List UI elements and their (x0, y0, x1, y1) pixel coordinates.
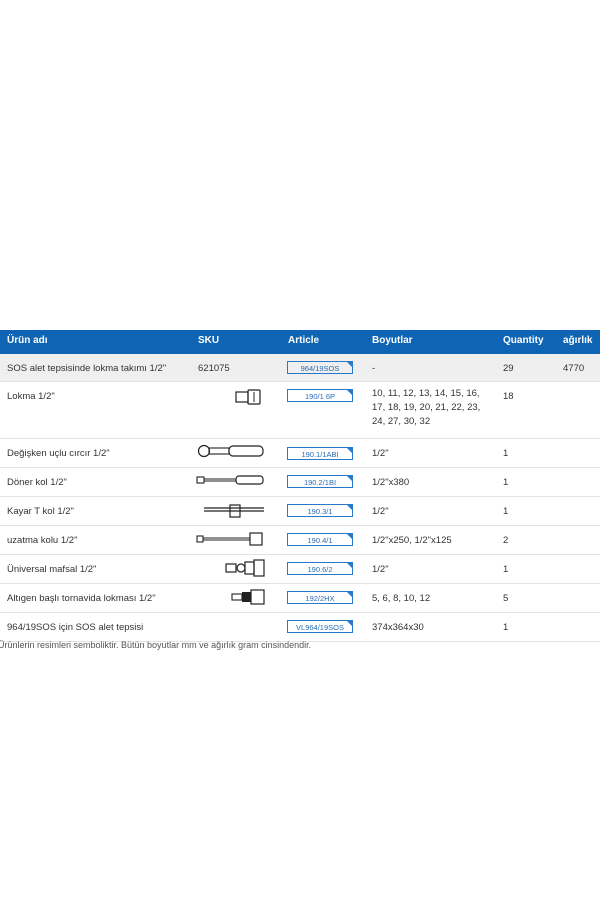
row-name: uzatma kolu 1/2" (7, 535, 78, 546)
row-name: 964/19SOS için SOS alet tepsisi (7, 622, 144, 633)
row-size: - (372, 363, 376, 374)
article-link[interactable]: 190.3/1 (287, 504, 353, 517)
extension-bar-icon (196, 532, 263, 546)
row-size: 5, 6, 8, 10, 12 (372, 593, 431, 604)
table-row: Kayar T kol 1/2" 190.3/1 1/2" 1 (0, 497, 600, 526)
row-qty: 1 (503, 448, 509, 459)
table-row: SOS alet tepsisinde lokma takımı 1/2" 62… (0, 354, 600, 382)
article-link[interactable]: VL964/19SOS (287, 620, 353, 633)
article-link[interactable]: 190.2/1BI (287, 475, 353, 488)
article-link[interactable]: 190/1 6P (287, 389, 353, 402)
table-row: Üniversal mafsal 1/2" 190.6/2 1/2" 1 (0, 555, 600, 584)
row-qty: 5 (503, 593, 509, 604)
row-size: 1/2" (372, 506, 389, 517)
row-qty: 2 (503, 535, 509, 546)
row-qty: 1 (503, 506, 509, 517)
row-size: 10, 11, 12, 13, 14, 15, 16, 17, 18, 19, … (372, 388, 481, 427)
row-size: 374x364x30 (372, 622, 424, 633)
table-row: Lokma 1/2" 190/1 6P 10, 11, 12, 13, 14, … (0, 382, 600, 439)
header-sku: SKU (198, 335, 220, 346)
table-row: uzatma kolu 1/2" 190.4/1 1/2"x250, 1/2"x… (0, 526, 600, 555)
row-qty: 1 (503, 622, 509, 633)
row-name: Değişken uçlu cırcır 1/2" (7, 448, 110, 459)
product-table: Ürün adı SKU Article Boyutlar Quantity a… (0, 330, 600, 642)
row-qty: 29 (503, 363, 514, 374)
row-size: 1/2" (372, 448, 389, 459)
row-size: 1/2"x380 (372, 477, 410, 488)
header-size: Boyutlar (372, 335, 413, 346)
row-qty: 1 (503, 564, 509, 575)
article-link[interactable]: 190.1/1ABI (287, 447, 353, 460)
row-name: Lokma 1/2" (7, 391, 55, 402)
row-name: SOS alet tepsisinde lokma takımı 1/2" (7, 363, 167, 374)
table-row: Değişken uçlu cırcır 1/2" 190.1/1ABI 1/2… (0, 439, 600, 468)
table-row: Döner kol 1/2" 190.2/1BI 1/2"x380 1 (0, 468, 600, 497)
table-header: Ürün adı SKU Article Boyutlar Quantity a… (0, 330, 600, 354)
table-row: 964/19SOS için SOS alet tepsisi VL964/19… (0, 613, 600, 642)
t-handle-icon (204, 504, 264, 518)
article-link[interactable]: 192/2HX (287, 591, 353, 604)
row-sku: 621075 (198, 363, 230, 374)
row-name: Üniversal mafsal 1/2" (7, 564, 97, 575)
universal-joint-icon (225, 559, 265, 577)
header-qty: Quantity (503, 335, 544, 346)
row-size: 1/2"x250, 1/2"x125 (372, 535, 452, 546)
row-qty: 1 (503, 477, 509, 488)
row-name: Kayar T kol 1/2" (7, 506, 74, 517)
footnote: Ürünlerin resimleri semboliktir. Bütün b… (0, 640, 312, 650)
article-link[interactable]: 190.4/1 (287, 533, 353, 546)
table-row: Altıgen başlı tornavida lokması 1/2" 192… (0, 584, 600, 613)
row-size: 1/2" (372, 564, 389, 575)
row-weight: 4770 (563, 363, 585, 374)
breaker-bar-icon (196, 475, 264, 485)
ratchet-icon (197, 444, 264, 458)
row-name: Altıgen başlı tornavida lokması 1/2" (7, 593, 156, 604)
header-article: Article (288, 335, 320, 346)
article-link[interactable]: 190.6/2 (287, 562, 353, 575)
socket-icon (235, 389, 261, 405)
row-name: Döner kol 1/2" (7, 477, 67, 488)
header-name: Ürün adı (7, 335, 48, 346)
hex-bit-socket-icon (231, 589, 265, 605)
article-link[interactable]: 964/19SOS (287, 361, 353, 374)
header-weight: ağırlık (563, 335, 593, 346)
row-qty: 18 (503, 391, 514, 402)
